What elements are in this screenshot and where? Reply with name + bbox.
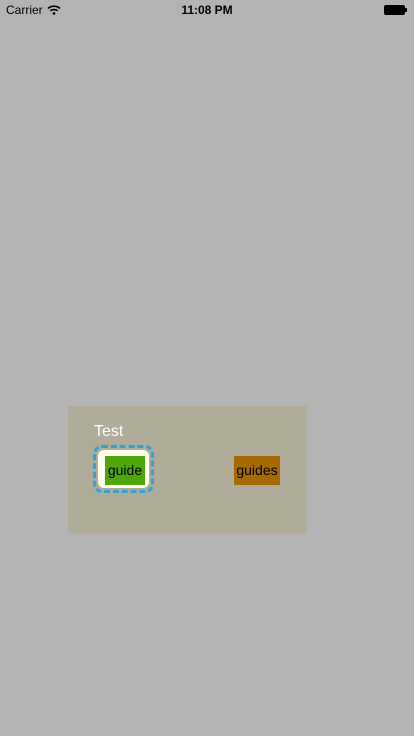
status-time: 11:08 PM	[181, 3, 233, 17]
battery-icon	[384, 5, 407, 15]
panel-title: Test	[94, 423, 124, 440]
guide-button[interactable]: guide	[105, 456, 145, 485]
status-bar: Carrier 11:08 PM	[0, 0, 414, 20]
guides-button[interactable]: guides	[234, 456, 280, 485]
test-panel: Test guide guides	[68, 406, 307, 533]
